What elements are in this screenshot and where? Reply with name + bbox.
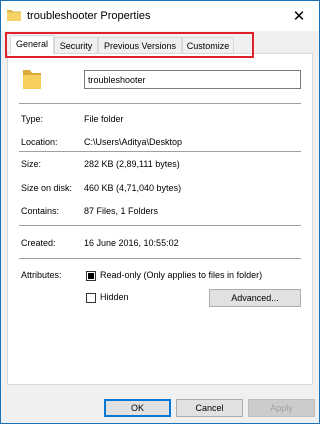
contains-value: 87 Files, 1 Folders [84, 206, 159, 216]
contains-label: Contains: [21, 206, 60, 216]
size-value: 282 KB (2,89,111 bytes) [84, 159, 180, 169]
size-label: Size: [21, 159, 42, 169]
title-bar: troubleshooter Properties ✕ [1, 1, 319, 31]
hidden-label: Hidden [100, 292, 129, 302]
read-only-checkbox[interactable] [86, 271, 96, 281]
type-value: File folder [84, 114, 124, 124]
location-value: C:\Users\Aditya\Desktop [84, 137, 183, 147]
properties-dialog: troubleshooter Properties ✕ General Secu… [0, 0, 320, 424]
read-only-label: Read-only (Only applies to files in fold… [100, 270, 263, 280]
hidden-checkbox[interactable] [86, 293, 96, 303]
ok-button[interactable]: OK [104, 399, 171, 417]
tabs-highlight-box [5, 32, 254, 58]
size-on-disk-label: Size on disk: [21, 183, 73, 193]
advanced-button[interactable]: Advanced... [209, 289, 301, 307]
type-label: Type: [21, 114, 44, 124]
attributes-label: Attributes: [21, 270, 62, 280]
divider [19, 103, 301, 104]
close-button[interactable]: ✕ [279, 1, 319, 31]
folder-icon [7, 10, 21, 21]
location-label: Location: [21, 137, 58, 147]
size-on-disk-value: 460 KB (4,71,040 bytes) [84, 183, 182, 193]
divider [19, 225, 301, 226]
close-icon: ✕ [292, 8, 306, 25]
folder-large-icon [23, 70, 41, 89]
created-value: 16 June 2016, 10:55:02 [84, 238, 179, 248]
created-label: Created: [21, 238, 56, 248]
apply-button[interactable]: Apply [248, 399, 315, 417]
divider [19, 258, 301, 259]
cancel-button[interactable]: Cancel [176, 399, 243, 417]
window-title: troubleshooter Properties [27, 10, 151, 22]
divider [19, 151, 301, 152]
folder-name-input[interactable] [84, 70, 301, 89]
